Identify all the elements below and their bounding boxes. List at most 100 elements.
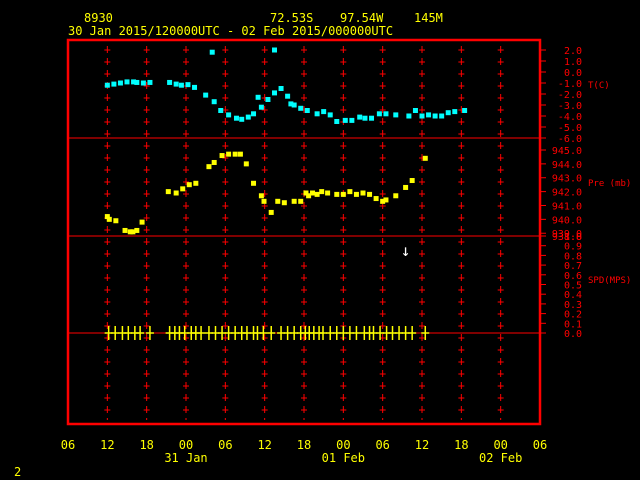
- y-tick-label: 0.0: [564, 329, 582, 340]
- x-axis: 06 12 18 00 06 12 18 00 06 12 18 00 06 31 Jan 01 Feb 02…: [61, 438, 547, 465]
- x-tick-label: 06: [218, 438, 232, 452]
- pressure-point: [232, 151, 238, 157]
- temperature-point: [233, 115, 239, 121]
- pressure-point: [258, 193, 264, 199]
- panel-label: Pre (mb): [588, 179, 631, 189]
- pressure-point: [106, 216, 112, 222]
- pressure-point: [219, 153, 225, 159]
- panel-label: SPD(MPS): [588, 276, 631, 286]
- temperature-point: [278, 86, 284, 91]
- x-tick-label: 18: [454, 438, 468, 452]
- pressure-point: [353, 191, 359, 197]
- pressure-point: [275, 198, 281, 204]
- temperature-point: [439, 113, 445, 119]
- y-tick-label: 943.0: [552, 174, 582, 185]
- temperature-point: [334, 119, 340, 124]
- temperature-point: [304, 108, 310, 113]
- temperature-point: [265, 97, 271, 102]
- pressure-point: [314, 191, 320, 197]
- pressure-point: [298, 198, 304, 204]
- temperature-point: [357, 114, 363, 120]
- date-label: 31 Jan: [164, 451, 207, 465]
- temperature-point: [111, 81, 117, 87]
- pressure-point: [373, 196, 379, 202]
- temperature-point: [362, 115, 368, 121]
- pressure-point: [340, 191, 346, 197]
- pressure-point: [237, 151, 243, 157]
- pressure-point: [113, 218, 119, 224]
- pressure-point: [134, 227, 140, 233]
- y-tick-label: 1.0: [564, 57, 582, 68]
- x-tick-label: 00: [179, 438, 193, 452]
- y-tick-label: 944.0: [552, 160, 582, 171]
- x-tick-label: 18: [297, 438, 311, 452]
- time-range: 30 Jan 2015/120000UTC - 02 Feb 2015/0000…: [68, 24, 393, 38]
- temperature-point: [369, 115, 375, 121]
- temperature-point: [298, 105, 304, 111]
- pressure-point: [173, 190, 179, 196]
- x-tick-label: 12: [415, 438, 429, 452]
- temperature-point: [342, 117, 348, 123]
- pressure-point: [281, 200, 287, 206]
- x-tick-label: 00: [336, 438, 350, 452]
- pressure-point: [310, 190, 316, 196]
- longitude: 97.54W: [340, 11, 384, 25]
- temperature-point: [134, 79, 140, 85]
- date-label: 02 Feb: [479, 451, 522, 465]
- pressure-point: [226, 151, 232, 157]
- temperature-point: [173, 81, 179, 87]
- temperature-point: [321, 109, 327, 115]
- x-tick-label: 06: [61, 438, 75, 452]
- y-tick-label: -2.0: [558, 90, 582, 101]
- temperature-point: [412, 108, 418, 113]
- latitude: 72.53S: [270, 11, 313, 25]
- temperature-point: [258, 104, 264, 110]
- x-tick-label: 06: [375, 438, 389, 452]
- temperature-point: [383, 111, 389, 117]
- panel-label: T(C): [588, 81, 610, 91]
- pressure-point: [122, 227, 128, 233]
- pressure-point: [403, 184, 409, 190]
- temperature-point: [393, 112, 399, 118]
- pressure-point: [165, 189, 171, 195]
- temperature-point: [124, 79, 130, 85]
- temperature-point: [147, 79, 153, 85]
- y-tick-label: 941.0: [552, 201, 582, 212]
- temperature-point: [209, 49, 215, 55]
- temperature-point: [426, 112, 432, 118]
- y-tick-label: -5.0: [558, 123, 582, 134]
- pressure-point: [367, 191, 373, 197]
- temperature-point: [376, 111, 382, 117]
- pressure-point: [139, 219, 145, 225]
- pressure-point: [211, 159, 217, 165]
- elevation: 145M: [414, 11, 443, 25]
- temperature-point: [117, 80, 123, 86]
- station-id: 8930: [84, 11, 113, 25]
- temperature-point: [203, 92, 209, 98]
- x-tick-label: 06: [533, 438, 547, 452]
- pressure-point: [193, 180, 199, 186]
- page-number: 2: [14, 465, 21, 479]
- temperature-point: [255, 94, 261, 100]
- temperature-point: [239, 116, 245, 122]
- temperature-point: [272, 47, 277, 53]
- temperature-point: [462, 108, 468, 113]
- y-tick-label: -1.0: [558, 79, 582, 90]
- pressure-point: [186, 182, 192, 188]
- pressure-point: [383, 197, 389, 203]
- pressure-point: [206, 164, 212, 170]
- x-tick-label: 12: [100, 438, 114, 452]
- pressure-point: [261, 198, 267, 204]
- pressure-point: [319, 189, 325, 195]
- y-axes: 2.01.00.0-1.0-2.0-3.0-4.0-5.0-6.0T(C)945…: [540, 46, 631, 340]
- y-tick-label: 0.0: [564, 68, 582, 79]
- temperature-point: [291, 102, 297, 108]
- pressure-point: [268, 209, 274, 215]
- meteogram: 8930 72.53S 97.54W 145M 30 Jan 2015/1200…: [14, 11, 631, 479]
- pressure-point: [291, 198, 297, 204]
- temperature-point: [178, 82, 184, 88]
- pressure-point: [334, 191, 340, 197]
- temperature-point: [285, 93, 291, 99]
- temperature-point: [211, 99, 217, 105]
- temperature-point: [406, 113, 412, 119]
